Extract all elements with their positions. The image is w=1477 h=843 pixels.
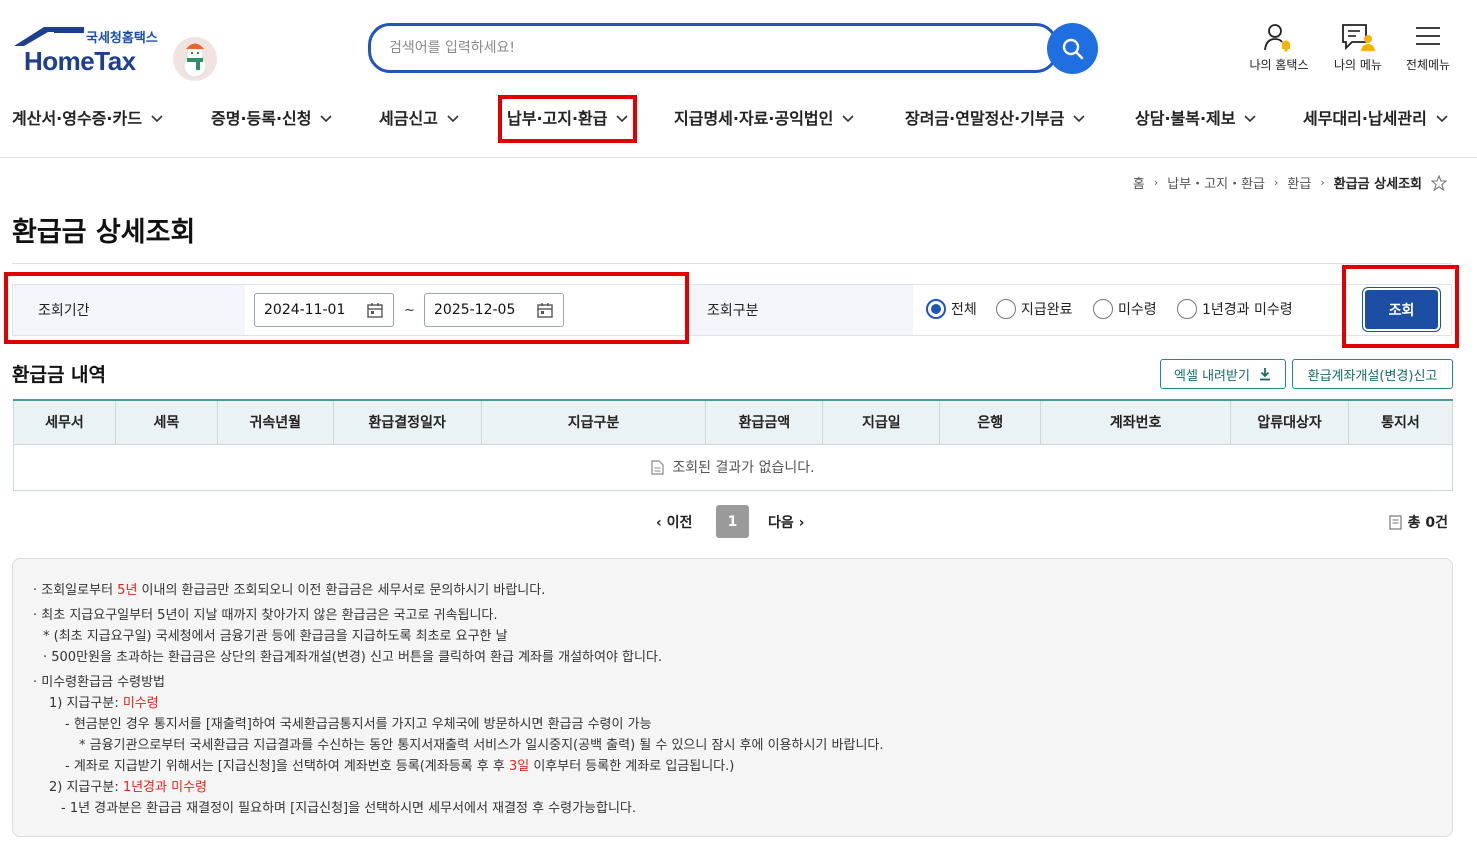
col-header: 지급구분: [480, 399, 707, 445]
chevron-right-icon: ›: [1320, 176, 1325, 189]
notice-line: · 최초 지급요구일부터 5년이 지날 때까지 찾아가지 않은 환급금은 국고로…: [33, 608, 498, 623]
notice-line: * 금융기관으로부터 국세환급금 지급결과를 수신하는 동안 통지서재출력 서비…: [79, 738, 884, 753]
logo-title: HomeTax: [24, 46, 136, 76]
radio-dot[interactable]: [996, 299, 1016, 319]
notice-line: 1) 지급구분: 미수령: [49, 696, 159, 711]
notice-box: · 조회일로부터 5년 이내의 환급금만 조회되오니 이전 환급금은 세무서로 …: [12, 558, 1453, 837]
title-divider: [12, 263, 1452, 264]
breadcrumb-home[interactable]: 홈: [1133, 173, 1145, 192]
all-menu-button[interactable]: 전체메뉴: [1388, 22, 1468, 73]
chevron-right-icon: ›: [1274, 176, 1279, 189]
chevron-down-icon: [842, 108, 854, 127]
col-header: 지급일: [822, 399, 941, 445]
document-icon: [651, 460, 665, 475]
nav-item-certificate[interactable]: 증명·등록·신청: [211, 105, 333, 129]
col-header: 은행: [939, 399, 1042, 445]
prev-page-button[interactable]: ‹ 이전: [656, 512, 692, 532]
main-nav: 계산서·영수증·카드 증명·등록·신청 세금신고 납부·고지·환급 지급명세·자…: [0, 95, 1477, 141]
my-hometax-button[interactable]: 나의 홈택스: [1239, 22, 1319, 73]
chevron-right-icon: ›: [798, 515, 805, 531]
breadcrumb-current: 환급금 상세조회: [1333, 177, 1422, 192]
notice-line: · 조회일로부터 5년 이내의 환급금만 조회되오니 이전 환급금은 세무서로 …: [33, 583, 546, 598]
radio-dot[interactable]: [1177, 299, 1197, 319]
next-page-button[interactable]: 다음 ›: [768, 512, 804, 532]
all-menu-label: 전체메뉴: [1405, 58, 1451, 72]
radio-all[interactable]: 전체: [926, 299, 977, 319]
search-button[interactable]: [1047, 23, 1098, 74]
chevron-down-icon: [1244, 108, 1257, 127]
notice-line: · 500만원을 초과하는 환급금은 상단의 환급계좌개설(변경) 신고 버튼을…: [43, 650, 663, 665]
refund-table: 세무서 세목 귀속년월 환급결정일자 지급구분 환급금액 지급일 은행 계좌번호…: [13, 399, 1454, 491]
col-header: 귀속년월: [216, 399, 334, 445]
query-highlight-box: [1342, 265, 1459, 348]
col-header: 환급금액: [705, 399, 824, 445]
snowman-mascot-icon: [173, 37, 217, 81]
radio-paid[interactable]: 지급완료: [996, 299, 1073, 319]
hamburger-icon: [1416, 27, 1440, 45]
chevron-down-icon: [447, 108, 459, 127]
col-header: 환급결정일자: [332, 399, 482, 445]
notice-line: - 계좌로 지급받기 위해서는 [지급신청]을 선택하여 계좌번호 등록(계좌등…: [65, 759, 735, 774]
notice-line: - 1년 경과분은 환급금 재결정이 필요하며 [지급신청]을 선택하시면 세무…: [61, 801, 637, 816]
nav-highlight-box: [498, 95, 637, 143]
logo-subtitle: 국세청홈택스: [86, 31, 158, 46]
nav-item-invoice[interactable]: 계산서·영수증·카드: [12, 105, 163, 129]
list-icon: [1389, 514, 1402, 530]
download-icon: [1259, 368, 1270, 381]
page-number-current[interactable]: 1: [716, 505, 749, 538]
my-menu-button[interactable]: 나의 메뉴: [1318, 22, 1398, 73]
total-count: 총 0건: [1389, 512, 1448, 532]
nav-item-consult[interactable]: 상담·불복·제보: [1135, 105, 1257, 129]
col-header: 세무서: [13, 399, 116, 445]
chevron-down-icon: [1073, 108, 1085, 127]
notice-line: · 미수령환급금 수령방법: [33, 675, 165, 690]
breadcrumb: 홈 › 납부・고지・환급 › 환급 › 환급금 상세조회: [1133, 173, 1447, 192]
star-icon[interactable]: [1431, 174, 1447, 191]
chevron-down-icon: [1436, 108, 1448, 127]
nav-item-tax-report[interactable]: 세금신고: [379, 105, 459, 129]
hometax-logo[interactable]: 국세청홈택스 HomeTax: [12, 26, 222, 82]
nav-item-incentive[interactable]: 장려금·연말정산·기부금: [905, 105, 1085, 129]
nav-divider: [0, 157, 1477, 158]
period-highlight-box: [4, 272, 689, 344]
breadcrumb-refund[interactable]: 환급: [1287, 173, 1311, 192]
notice-line: * (최초 지급요구일) 국세청에서 금융기관 등에 환급금을 지급하도록 최초…: [43, 629, 508, 644]
chevron-right-icon: ›: [1153, 176, 1159, 189]
chevron-down-icon: [151, 108, 163, 127]
section-title: 환급금 내역: [12, 364, 107, 386]
chevron-left-icon: ‹: [656, 515, 662, 531]
nav-item-tax-agent[interactable]: 세무대리·납세관리: [1303, 105, 1448, 129]
radio-dot-selected[interactable]: [926, 299, 946, 319]
nav-item-payment-statement[interactable]: 지급명세·자료·공익법인: [674, 105, 854, 129]
table-row: 조회된 결과가 없습니다.: [13, 443, 1453, 491]
col-header: 계좌번호: [1040, 399, 1232, 445]
notice-line: - 현금분인 경우 통지서를 [재출력]하여 국세환급금통지서를 가지고 우체국…: [65, 717, 652, 732]
refund-account-button[interactable]: 환급계좌개설(변경)신고: [1292, 359, 1453, 389]
breadcrumb-payment[interactable]: 납부・고지・환급: [1167, 173, 1265, 192]
chevron-down-icon: [320, 108, 333, 127]
radio-dot[interactable]: [1093, 299, 1113, 319]
search-box: [368, 23, 1058, 73]
user-bell-icon: [1264, 24, 1290, 52]
radio-unclaimed-1year[interactable]: 1년경과 미수령: [1177, 299, 1293, 319]
col-header: 세목: [114, 399, 218, 445]
menu-user-icon: [1342, 24, 1375, 51]
search-input[interactable]: [389, 36, 989, 60]
notice-line: 2) 지급구분: 1년경과 미수령: [49, 780, 207, 795]
house-roof-icon: [14, 27, 84, 46]
excel-download-button[interactable]: 엑셀 내려받기: [1160, 359, 1286, 389]
col-header: 압류대상자: [1230, 399, 1349, 445]
my-menu-label: 나의 메뉴: [1334, 58, 1382, 72]
search-icon: [1062, 38, 1083, 59]
empty-result: 조회된 결과가 없습니다.: [13, 443, 1453, 491]
table-header-row: 세무서 세목 귀속년월 환급결정일자 지급구분 환급금액 지급일 은행 계좌번호…: [13, 399, 1454, 445]
radio-unclaimed[interactable]: 미수령: [1093, 299, 1157, 319]
col-header: 통지서: [1347, 399, 1454, 445]
my-hometax-label: 나의 홈택스: [1249, 58, 1309, 72]
page-title: 환급금 상세조회: [12, 217, 196, 248]
type-label: 조회구분: [707, 303, 759, 319]
